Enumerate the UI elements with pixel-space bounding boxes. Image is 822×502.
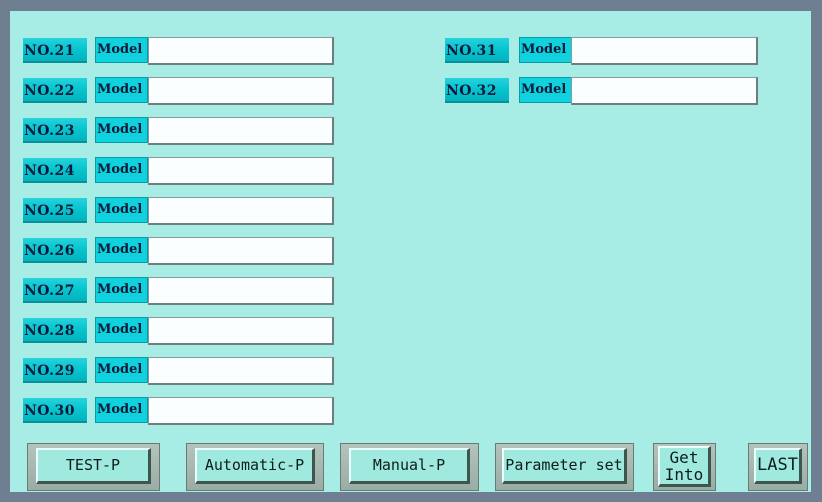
manual-p-button-label: Manual-P xyxy=(349,448,470,484)
row-number-label: NO.25 xyxy=(23,198,87,223)
model-label: Model xyxy=(95,397,148,423)
model-row-24: NO.24 Model xyxy=(23,155,335,185)
automatic-p-button-label: Automatic-P xyxy=(195,448,315,484)
model-input-28[interactable] xyxy=(148,317,334,345)
model-label: Model xyxy=(95,317,148,343)
model-input-22[interactable] xyxy=(148,77,334,105)
row-number-label: NO.26 xyxy=(23,238,87,263)
row-number-label: NO.30 xyxy=(23,398,87,423)
row-number-label: NO.24 xyxy=(23,158,87,183)
model-input-30[interactable] xyxy=(148,397,334,425)
row-number-label: NO.29 xyxy=(23,358,87,383)
row-number-label: NO.22 xyxy=(23,78,87,103)
model-row-26: NO.26 Model xyxy=(23,235,335,265)
model-label: Model xyxy=(95,197,148,223)
model-label: Model xyxy=(95,37,148,63)
model-row-25: NO.25 Model xyxy=(23,195,335,225)
hmi-screen: NO.21 Model NO.22 Model NO.23 Model NO.2… xyxy=(10,11,811,492)
automatic-p-button[interactable]: Automatic-P xyxy=(186,443,324,491)
parameter-set-button-label: Parameter set xyxy=(502,448,627,484)
manual-p-button[interactable]: Manual-P xyxy=(340,443,479,491)
model-input-31[interactable] xyxy=(571,37,758,65)
model-row-30: NO.30 Model xyxy=(23,395,335,425)
last-button-label: LAST xyxy=(754,448,802,484)
model-input-21[interactable] xyxy=(148,37,334,65)
row-number-label: NO.31 xyxy=(445,38,509,63)
model-input-29[interactable] xyxy=(148,357,334,385)
test-p-button-label: TEST-P xyxy=(36,448,151,484)
row-number-label: NO.28 xyxy=(23,318,87,343)
model-input-27[interactable] xyxy=(148,277,334,305)
model-label: Model xyxy=(95,237,148,263)
model-input-25[interactable] xyxy=(148,197,334,225)
model-input-24[interactable] xyxy=(148,157,334,185)
last-button[interactable]: LAST xyxy=(748,443,808,491)
row-number-label: NO.27 xyxy=(23,278,87,303)
row-number-label: NO.21 xyxy=(23,38,87,63)
model-label: Model xyxy=(95,117,148,143)
model-row-22: NO.22 Model xyxy=(23,75,335,105)
model-row-21: NO.21 Model xyxy=(23,35,335,65)
model-label: Model xyxy=(95,277,148,303)
model-row-23: NO.23 Model xyxy=(23,115,335,145)
row-number-label: NO.32 xyxy=(445,78,509,103)
model-row-32: NO.32 Model xyxy=(445,75,758,105)
model-row-31: NO.31 Model xyxy=(445,35,758,65)
model-label: Model xyxy=(519,37,572,63)
model-label: Model xyxy=(519,77,572,103)
model-label: Model xyxy=(95,157,148,183)
model-row-27: NO.27 Model xyxy=(23,275,335,305)
model-input-26[interactable] xyxy=(148,237,334,265)
parameter-set-button[interactable]: Parameter set xyxy=(495,443,634,491)
model-label: Model xyxy=(95,357,148,383)
get-into-button-label: Get Into xyxy=(658,446,711,487)
test-p-button[interactable]: TEST-P xyxy=(27,443,160,491)
get-into-button[interactable]: Get Into xyxy=(653,443,716,491)
model-row-29: NO.29 Model xyxy=(23,355,335,385)
model-row-28: NO.28 Model xyxy=(23,315,335,345)
model-input-32[interactable] xyxy=(571,77,758,105)
model-input-23[interactable] xyxy=(148,117,334,145)
row-number-label: NO.23 xyxy=(23,118,87,143)
model-label: Model xyxy=(95,77,148,103)
